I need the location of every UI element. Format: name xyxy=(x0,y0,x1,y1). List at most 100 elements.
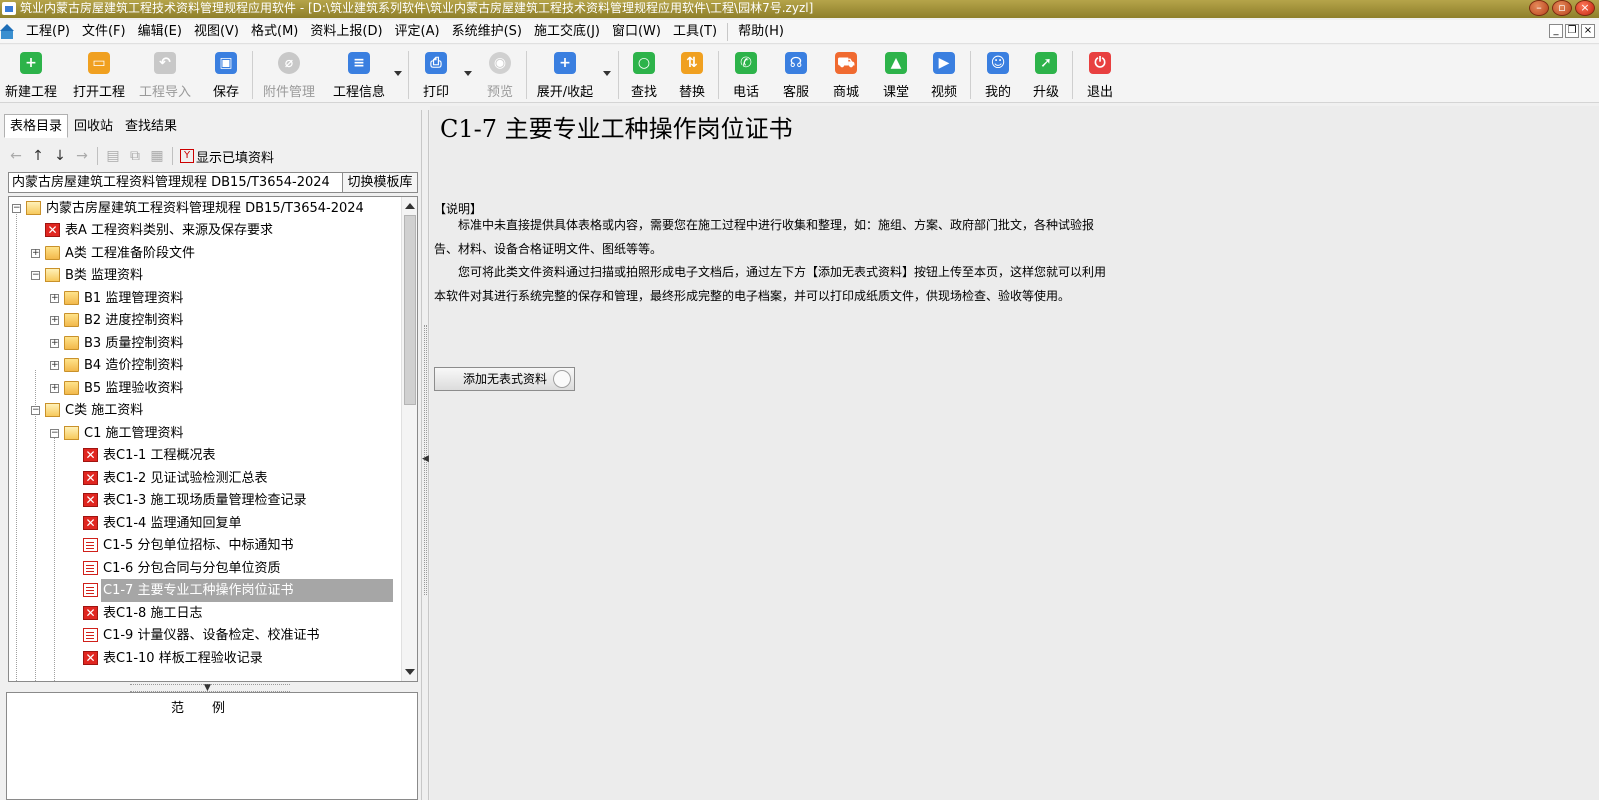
menu-edit[interactable]: 编辑(E) xyxy=(132,20,188,44)
exit-button[interactable]: ⏻ 退出 xyxy=(1080,45,1120,103)
expand-icon[interactable]: + xyxy=(50,294,59,303)
home-icon[interactable] xyxy=(0,23,16,40)
tree-scrollbar[interactable] xyxy=(401,197,417,681)
chevron-left-icon[interactable]: ◀ xyxy=(422,454,429,464)
print-button[interactable]: ⎙ 打印 xyxy=(414,45,458,103)
menu-help[interactable]: 帮助(H) xyxy=(732,20,790,44)
document-icon xyxy=(83,628,98,642)
menu-construction-briefing[interactable]: 施工交底(J) xyxy=(528,20,606,44)
close-icon[interactable]: × xyxy=(1575,0,1595,16)
catalog-tree: − 内蒙古房屋建筑工程资料管理规程 DB15/T3654-2024 表A 工程资… xyxy=(8,196,418,682)
tree-toolbar-separator xyxy=(172,147,173,165)
mdi-restore-icon[interactable]: ❐ xyxy=(1565,24,1579,38)
save-button[interactable]: ▣ 保存 xyxy=(204,45,248,103)
my-account-button[interactable]: ☺ 我的 xyxy=(978,45,1018,103)
mdi-controls: _ ❐ × xyxy=(1549,24,1595,38)
phone-icon: ✆ xyxy=(735,52,757,74)
filter-icon: Y xyxy=(180,149,194,163)
arrow-down-icon[interactable]: ↓ xyxy=(50,146,70,166)
window-title: 筑业内蒙古房屋建筑工程技术资料管理规程应用软件 - [D:\筑业建筑系列软件\筑… xyxy=(20,1,814,15)
arrow-left-icon[interactable]: ← xyxy=(6,146,26,166)
expand-icon[interactable]: + xyxy=(50,384,59,393)
menu-system[interactable]: 系统维护(S) xyxy=(446,20,528,44)
collapse-icon[interactable]: − xyxy=(12,204,21,213)
user-icon: ☺ xyxy=(987,52,1009,74)
mdi-close-icon[interactable]: × xyxy=(1581,24,1595,38)
example-title: 范例 xyxy=(170,701,253,716)
toolbar: + 新建工程 ▭ 打开工程 ↶ 工程导入 ▣ 保存 ⌀ 附件管理 ≡ 工程信息 … xyxy=(0,45,1599,103)
open-project-button[interactable]: ▭ 打开工程 xyxy=(70,45,128,103)
vertical-splitter[interactable]: ◀ xyxy=(421,110,429,800)
menu-file[interactable]: 文件(F) xyxy=(76,20,132,44)
copy-icon[interactable]: ⧉ xyxy=(125,146,145,166)
menu-tools[interactable]: 工具(T) xyxy=(667,20,723,44)
upgrade-button[interactable]: ➚ 升级 xyxy=(1026,45,1066,103)
show-filled-label: 显示已填资料 xyxy=(196,150,275,166)
arrow-up-icon[interactable]: ↑ xyxy=(28,146,48,166)
expand-icon[interactable]: + xyxy=(50,361,59,370)
replace-button[interactable]: ⇅ 替换 xyxy=(672,45,712,103)
menu-view[interactable]: 视图(V) xyxy=(188,20,245,44)
expand-icon[interactable]: + xyxy=(31,249,40,258)
open-folder-icon: ▭ xyxy=(88,52,110,74)
project-info-dropdown-icon[interactable] xyxy=(394,71,402,76)
note-paragraph-2: 您可将此类文件资料通过扫描或拍照形成电子文档后，通过左下方【添加无表式资料】按钮… xyxy=(434,265,1107,303)
customer-service-button[interactable]: ☊ 客服 xyxy=(776,45,816,103)
scroll-up-icon[interactable] xyxy=(405,203,415,209)
toolbar-separator xyxy=(1072,51,1073,99)
menu-format[interactable]: 格式(M) xyxy=(245,20,304,44)
shop-button[interactable]: ⛟ 商城 xyxy=(826,45,866,103)
folder-icon xyxy=(64,358,79,372)
cart-icon: ⛟ xyxy=(835,52,857,74)
collapse-icon[interactable]: − xyxy=(50,429,59,438)
table-icon[interactable]: ▤ xyxy=(103,146,123,166)
menu-separator xyxy=(727,22,729,41)
folder-icon xyxy=(64,336,79,350)
collapse-icon[interactable]: − xyxy=(31,406,40,415)
expand-dropdown-icon[interactable] xyxy=(603,71,611,76)
scrollbar-thumb[interactable] xyxy=(404,215,416,405)
print-dropdown-icon[interactable] xyxy=(464,71,472,76)
find-button[interactable]: ○ 查找 xyxy=(624,45,664,103)
expand-collapse-button[interactable]: + 展开/收起 xyxy=(532,45,598,103)
standard-field[interactable]: 内蒙古房屋建筑工程资料管理规程 DB15/T3654-2024 xyxy=(8,172,343,193)
new-project-button[interactable]: + 新建工程 xyxy=(0,45,62,103)
table-edit-icon[interactable]: ▦ xyxy=(147,146,167,166)
mdi-minimize-icon[interactable]: _ xyxy=(1549,24,1563,38)
switch-template-button[interactable]: 切换模板库 xyxy=(343,172,418,193)
toolbar-separator xyxy=(718,51,719,99)
document-icon xyxy=(83,538,98,552)
document-icon xyxy=(83,561,98,575)
arrow-right-icon[interactable]: → xyxy=(72,146,92,166)
toolbar-separator xyxy=(970,51,971,99)
menu-evaluate[interactable]: 评定(A) xyxy=(389,20,446,44)
video-button[interactable]: ▶ 视频 xyxy=(924,45,964,103)
tree-guide xyxy=(54,437,55,681)
folder-open-icon xyxy=(64,426,79,440)
folder-icon xyxy=(64,381,79,395)
maximize-icon[interactable]: ▫ xyxy=(1552,0,1572,16)
toolbar-separator xyxy=(252,51,253,99)
menu-project[interactable]: 工程(P) xyxy=(20,20,76,44)
attachment-manage-button[interactable]: ⌀ 附件管理 xyxy=(258,45,320,103)
show-filled-button[interactable]: Y 显示已填资料 xyxy=(180,147,274,166)
classroom-button[interactable]: ▲ 课堂 xyxy=(876,45,916,103)
plus-icon: + xyxy=(554,52,576,74)
minimize-icon[interactable]: – xyxy=(1529,0,1549,16)
preview-button[interactable]: ◉ 预览 xyxy=(478,45,522,103)
expand-icon[interactable]: + xyxy=(50,339,59,348)
import-project-button[interactable]: ↶ 工程导入 xyxy=(138,45,192,103)
menu-report[interactable]: 资料上报(D) xyxy=(304,20,388,44)
expand-icon[interactable]: + xyxy=(50,316,59,325)
tab-recycle-bin[interactable]: 回收站 xyxy=(68,114,119,138)
collapse-icon[interactable]: − xyxy=(31,271,40,280)
project-info-button[interactable]: ≡ 工程信息 xyxy=(328,45,390,103)
horizontal-splitter[interactable]: ▼ xyxy=(130,683,290,693)
scroll-down-icon[interactable] xyxy=(405,669,415,675)
tab-form-catalog[interactable]: 表格目录 xyxy=(4,114,69,138)
phone-button[interactable]: ✆ 电话 xyxy=(726,45,766,103)
menu-window[interactable]: 窗口(W) xyxy=(606,20,667,44)
add-untabulated-data-button[interactable]: 添加无表式资料 xyxy=(434,367,575,391)
tab-search-results[interactable]: 查找结果 xyxy=(119,114,183,138)
tree-guide xyxy=(16,211,17,681)
